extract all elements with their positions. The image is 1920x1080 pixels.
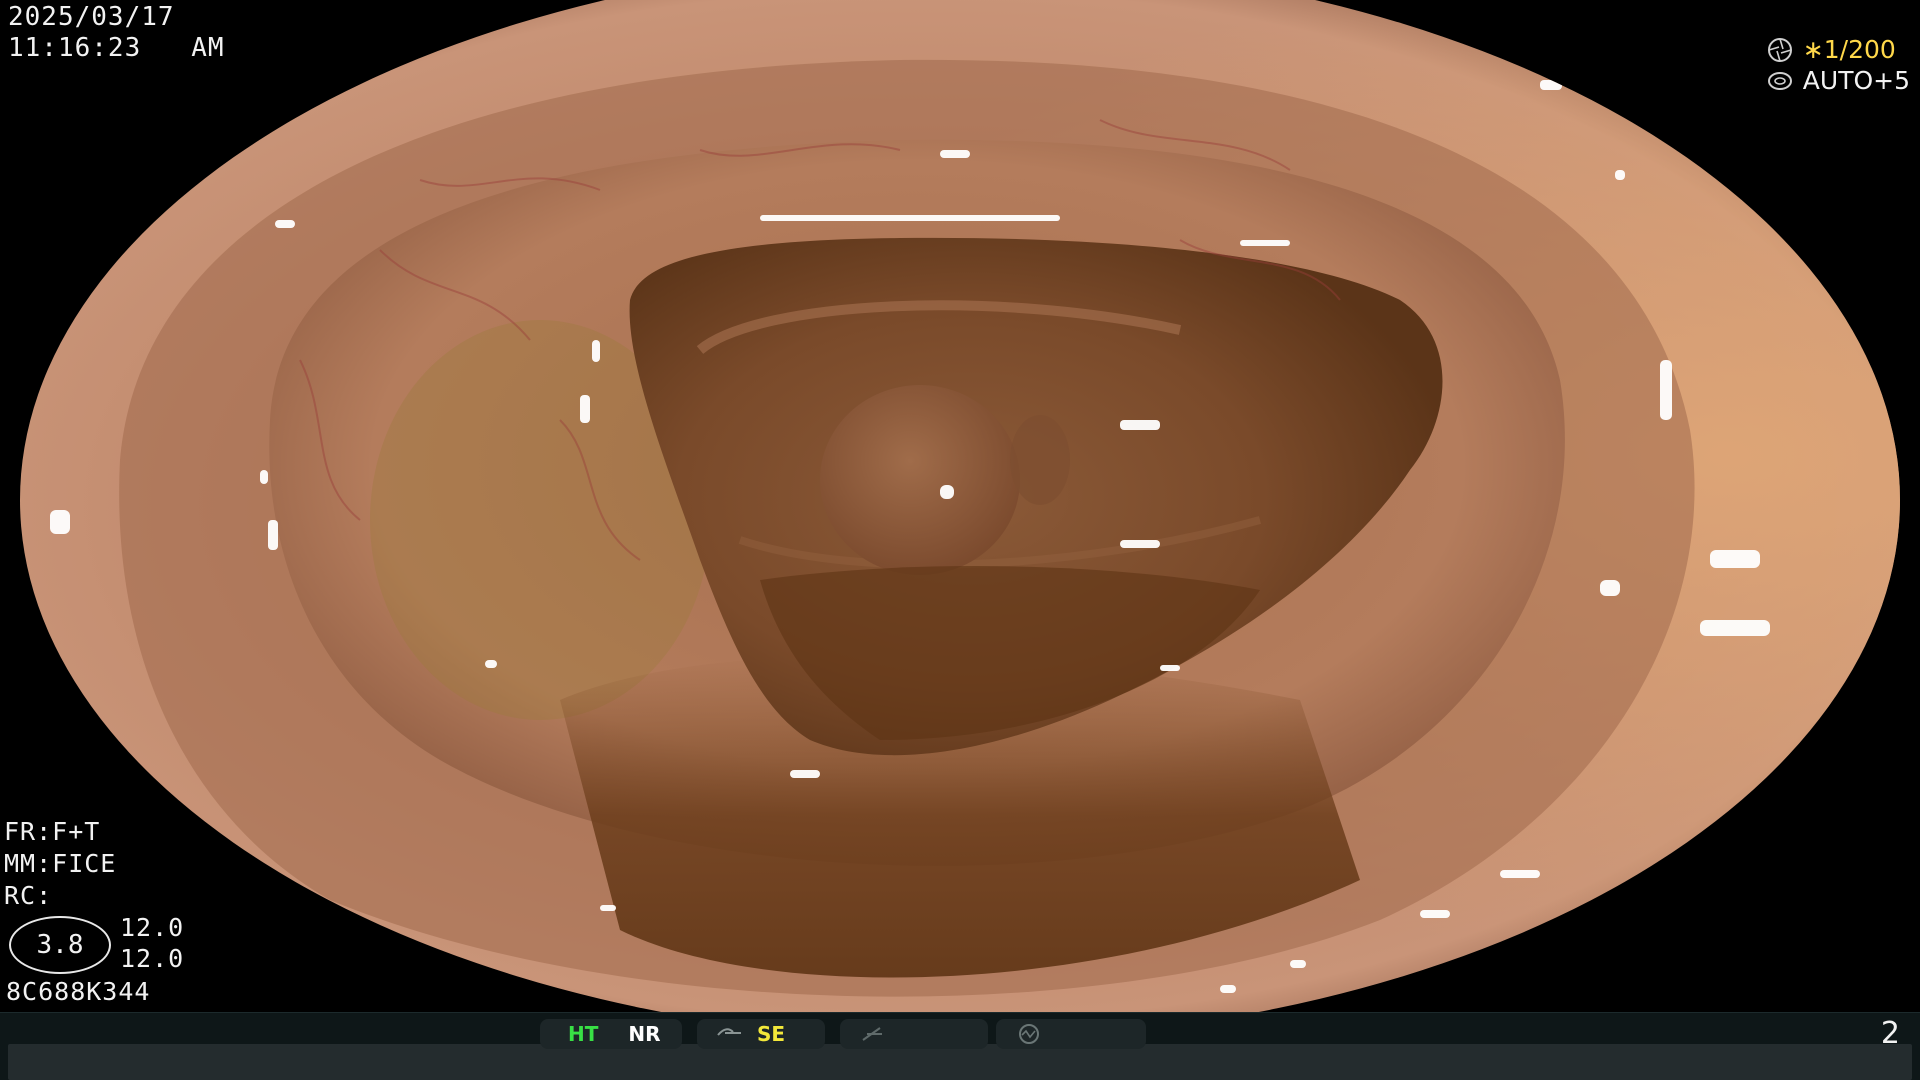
- settings-readout: FR:F+T MM:FICE RC:: [4, 816, 116, 912]
- date-text: 2025/03/17: [8, 2, 175, 32]
- blank-indicator: [840, 1019, 988, 1049]
- zoom-value: 3.8: [36, 930, 84, 960]
- status-strip: [8, 1044, 1912, 1080]
- page-number: 2: [1880, 1016, 1900, 1051]
- ht-label: HT: [568, 1022, 599, 1046]
- ht-nr-indicator: HT NR: [540, 1019, 682, 1049]
- curve-icon: [717, 1028, 741, 1036]
- endoscopic-image: [20, 0, 1900, 1012]
- slash-icon: [862, 1027, 882, 1041]
- lens-icon: [1767, 71, 1792, 90]
- exposure-readout: ∗1/200 AUTO+5: [1767, 34, 1910, 96]
- shutter-speed: ∗1/200: [1802, 35, 1896, 64]
- mm-setting: MM:FICE: [4, 849, 117, 878]
- se-label: SE: [757, 1022, 786, 1046]
- se-indicator: SE: [697, 1019, 825, 1049]
- nr-label: NR: [628, 1022, 661, 1046]
- value-b: 12.0: [120, 944, 185, 973]
- endoscopy-screen: 2025/03/17 11:16:23 AM ∗1/200 AUTO+5 FR:…: [0, 0, 1920, 1080]
- value-a: 12.0: [120, 913, 185, 942]
- iris-icon: [1767, 37, 1792, 62]
- rc-setting: RC:: [4, 881, 53, 910]
- meridiem-text: AM: [191, 33, 225, 63]
- zoom-badge: 3.8: [9, 916, 111, 974]
- scope-serial: 8C688K344: [6, 977, 151, 1006]
- ring-indicator: [996, 1019, 1146, 1049]
- auto-level: AUTO+5: [1802, 66, 1910, 95]
- zoom-values: 12.0 12.0: [120, 912, 184, 974]
- fr-setting: FR:F+T: [4, 817, 101, 846]
- time-text: 11:16:23: [8, 33, 142, 63]
- ring-icon: [1019, 1024, 1039, 1044]
- datetime-readout: 2025/03/17 11:16:23 AM: [8, 2, 225, 64]
